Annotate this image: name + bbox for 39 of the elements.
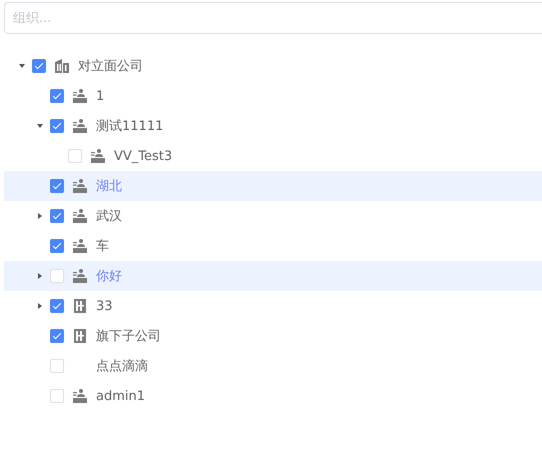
checkbox[interactable] <box>50 119 64 133</box>
caret-icon[interactable] <box>36 272 44 280</box>
checkbox[interactable] <box>50 209 64 223</box>
checkbox[interactable] <box>50 299 64 313</box>
tree-item-label[interactable]: 1 <box>96 88 104 104</box>
tree-item-label[interactable]: 车 <box>96 237 109 255</box>
checkbox[interactable] <box>50 89 64 103</box>
tree-item-label[interactable]: 测试11111 <box>96 117 164 135</box>
tree-item-label[interactable]: 对立面公司 <box>78 57 143 75</box>
checkbox[interactable] <box>50 329 64 343</box>
tree-item-label[interactable]: admin1 <box>96 388 146 404</box>
person-at-desk-icon <box>72 118 88 134</box>
tree-item-label[interactable]: 33 <box>96 298 113 314</box>
tree-item-label[interactable]: 湖北 <box>96 177 122 195</box>
tree-item-label[interactable]: 旗下子公司 <box>96 327 161 345</box>
tree-row-highlight[interactable]: 你好 <box>4 261 542 291</box>
tree-item-label[interactable]: 点点滴滴 <box>96 357 148 375</box>
building-icon <box>72 298 88 314</box>
person-at-desk-icon <box>72 88 88 104</box>
tree-row-highlight[interactable]: 湖北 <box>4 171 542 201</box>
building-icon <box>54 58 70 74</box>
search-field[interactable]: 组织... <box>4 2 542 34</box>
tree-item-label[interactable]: 你好 <box>96 267 122 285</box>
person-at-desk-icon <box>72 388 88 404</box>
caret-icon[interactable] <box>36 302 44 310</box>
checkbox[interactable] <box>32 59 46 73</box>
tree-item-label[interactable]: VV_Test3 <box>114 148 172 164</box>
building-icon <box>72 328 88 344</box>
person-at-desk-icon <box>72 208 88 224</box>
caret-icon[interactable] <box>18 62 26 70</box>
person-at-desk-icon <box>72 238 88 254</box>
person-at-desk-icon <box>72 268 88 284</box>
caret-icon[interactable] <box>36 212 44 220</box>
person-at-desk-icon <box>90 148 106 164</box>
person-at-desk-icon <box>72 178 88 194</box>
tree-item-label[interactable]: 武汉 <box>96 207 122 225</box>
caret-icon[interactable] <box>36 122 44 130</box>
checkbox[interactable] <box>50 179 64 193</box>
checkbox[interactable] <box>50 239 64 253</box>
